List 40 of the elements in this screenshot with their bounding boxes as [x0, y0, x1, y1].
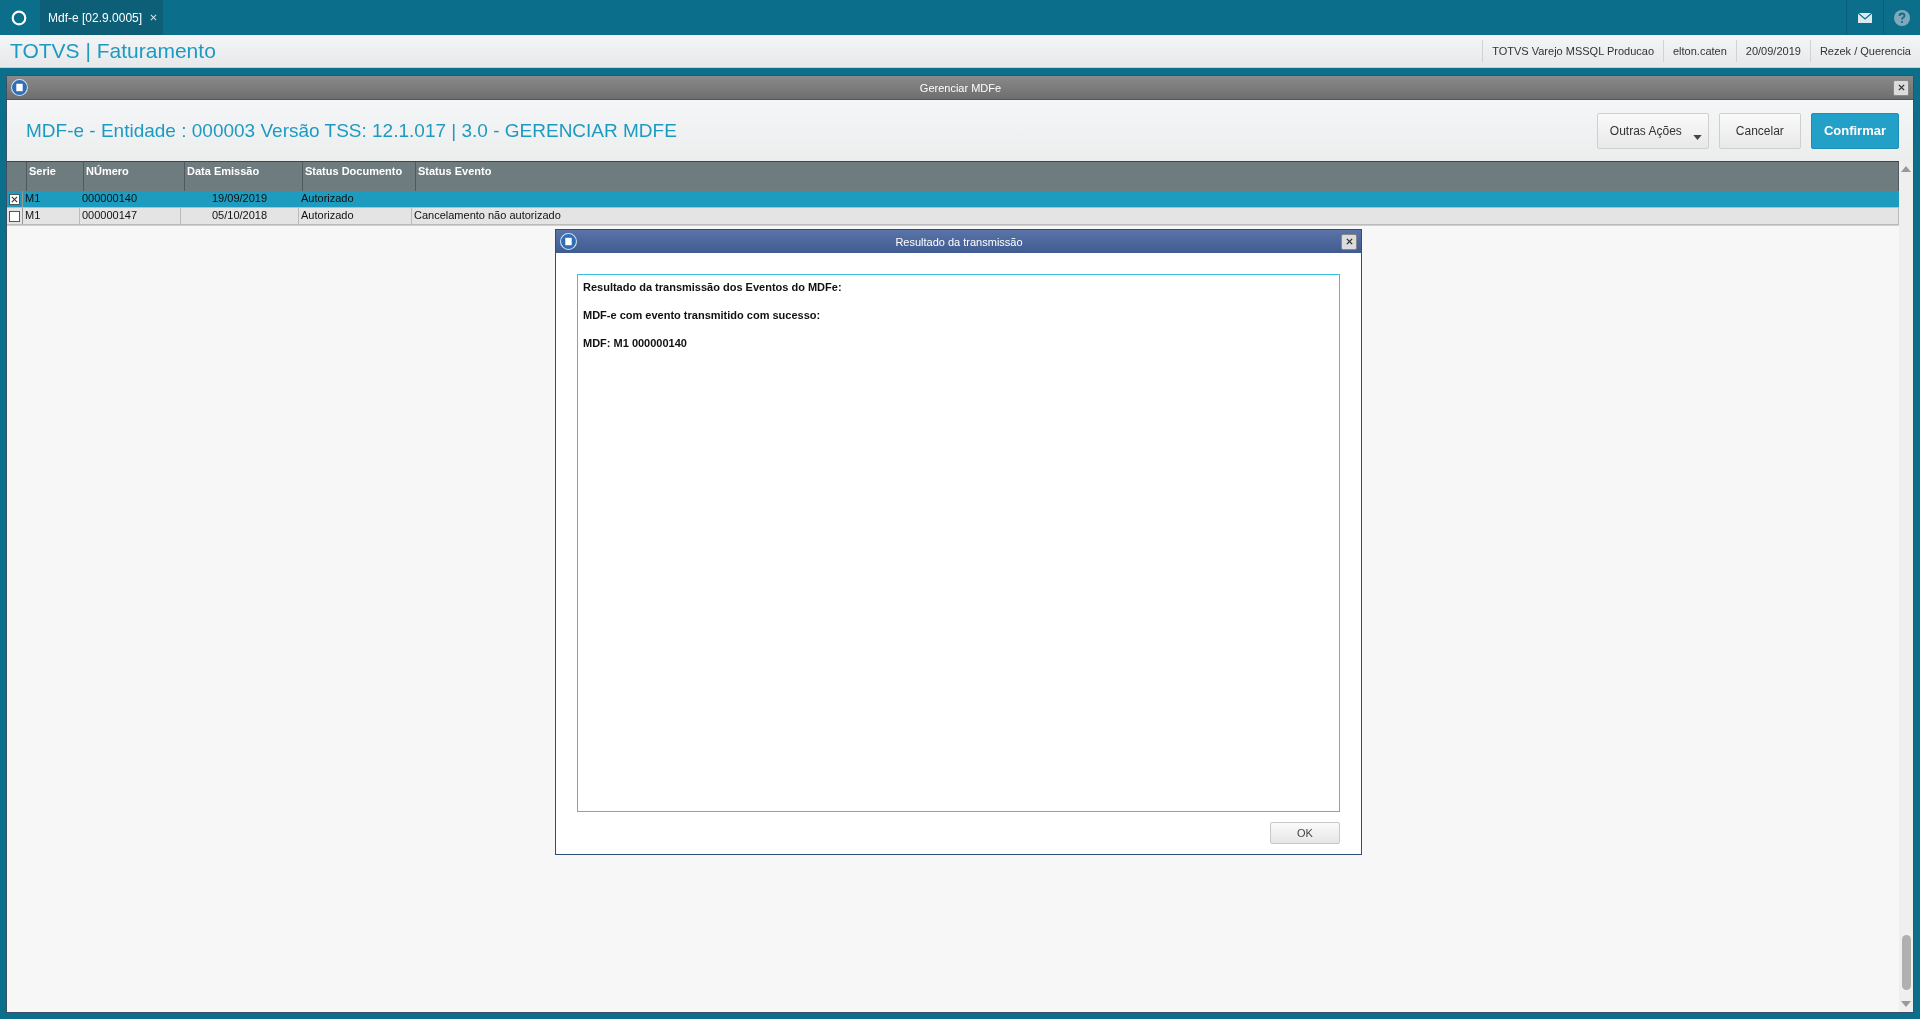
table-cell: 19/09/2019 — [181, 191, 299, 207]
scrollbar[interactable] — [1899, 161, 1913, 1012]
close-icon[interactable] — [150, 14, 158, 21]
header-info: TOTVS Varejo MSSQL Producao — [1482, 40, 1663, 62]
table-cell: Autorizado — [299, 191, 412, 207]
table-cell: Autorizado — [299, 208, 412, 224]
checkbox[interactable] — [9, 210, 20, 222]
more-actions-button[interactable]: Outras Ações — [1596, 112, 1709, 149]
table-cell: 05/10/2018 — [181, 208, 299, 224]
ok-button[interactable]: OK — [1270, 822, 1340, 844]
confirm-button[interactable]: Confirmar — [1810, 112, 1899, 149]
result-text: MDF: M1 000000140 — [583, 337, 688, 349]
app-tab[interactable]: Mdf-e [02.9.0005] — [40, 0, 164, 35]
caret-icon — [1692, 134, 1702, 140]
close-button[interactable] — [1893, 79, 1909, 96]
header-info: elton.caten — [1663, 40, 1736, 62]
scroll-thumb[interactable] — [1901, 935, 1911, 990]
header-info: 20/09/2019 — [1735, 40, 1810, 62]
module-title: TOTVS | Faturamento — [9, 39, 216, 63]
close-icon — [1897, 84, 1905, 91]
dialog-title: Resultado da transmissão — [894, 235, 1024, 248]
table-cell: 000000147 — [80, 208, 181, 224]
mail-icon — [1858, 12, 1872, 23]
table-row[interactable]: M1 000000140 19/09/2019 Autorizado — [7, 191, 1899, 208]
close-icon — [1345, 238, 1353, 245]
table-cell: M1 — [23, 191, 80, 207]
page-heading: MDF-e - Entidade : 000003 Versão TSS: 12.1.017 | 3.0 - GERENCIAR MDFE — [26, 119, 677, 142]
checkbox[interactable] — [9, 193, 20, 205]
table-cell: 000000140 — [80, 191, 181, 207]
table-row[interactable]: M1 000000147 05/10/2018 Autorizado Cancelamento não autorizado — [7, 208, 1899, 225]
window-title: Gerenciar MDFe — [918, 81, 1003, 94]
close-button[interactable] — [1341, 233, 1357, 250]
result-text: MDF-e com evento transmitido com sucesso: — [583, 309, 822, 321]
cancel-button[interactable]: Cancelar — [1718, 112, 1801, 149]
help-icon — [1894, 9, 1910, 26]
header-info: Rezek / Querencia — [1809, 40, 1920, 62]
table-cell: M1 — [23, 208, 80, 224]
logo-icon[interactable] — [10, 9, 28, 27]
result-text-area[interactable]: Resultado da transmissão dos Eventos do MDFe: MDF-e com evento transmitido com sucesso: MDF: M1 000000140 — [577, 274, 1340, 812]
result-text: Resultado da transmissão dos Eventos do MDFe: — [583, 281, 843, 293]
